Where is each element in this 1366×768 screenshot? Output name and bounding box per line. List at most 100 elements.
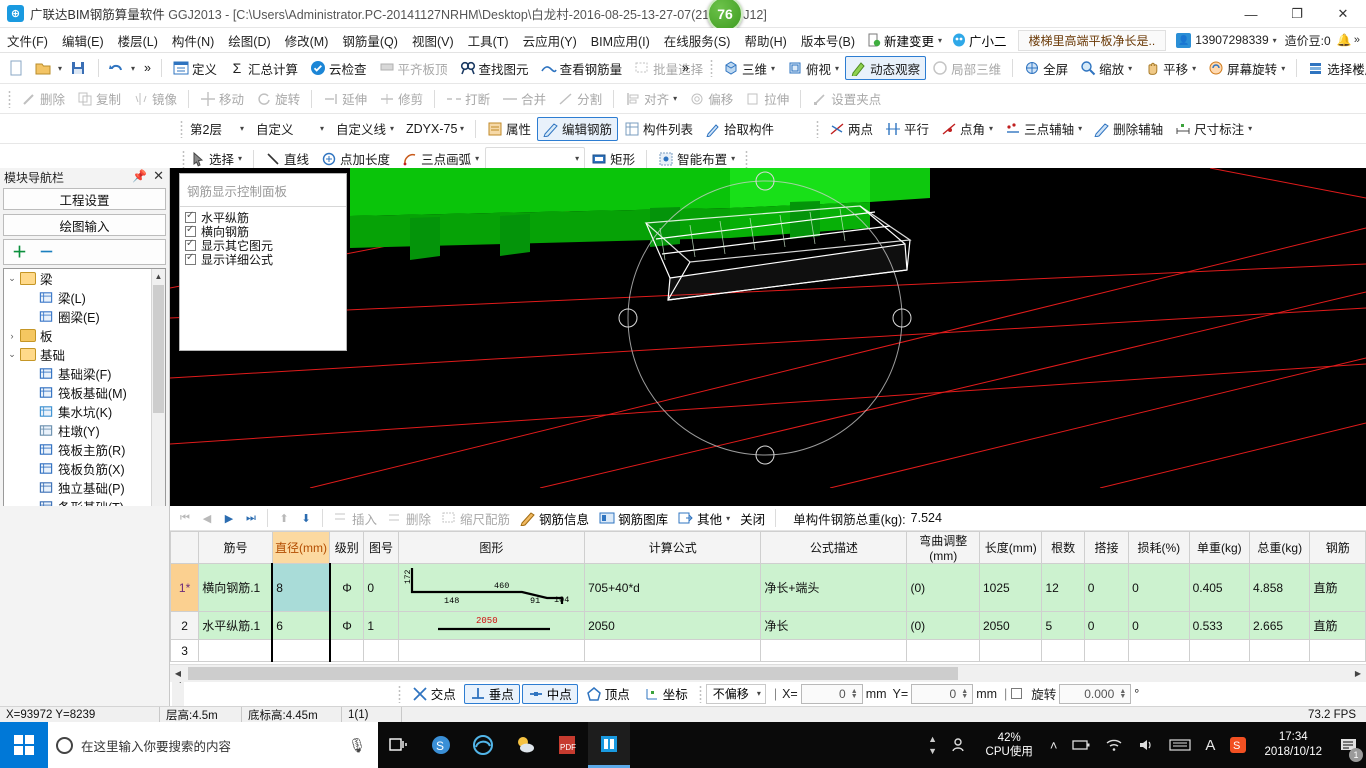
scale-rebar-button[interactable]: 缩尺配筋 [436, 508, 515, 528]
local-3d-button[interactable]: 局部三维 [926, 56, 1007, 80]
cell-length[interactable]: 1025 [980, 564, 1042, 612]
cell-formula[interactable] [585, 640, 761, 662]
cell-lap[interactable] [1084, 640, 1128, 662]
battery-icon[interactable] [1064, 738, 1098, 752]
cell-length[interactable]: 2050 [980, 612, 1042, 640]
undo-chevron-down-icon[interactable]: ▾ [131, 64, 135, 73]
floor-selector[interactable]: 第2层 ▾ [184, 117, 250, 141]
chevron-down-icon[interactable]: ⌄ [6, 349, 18, 360]
tree-item-12[interactable]: 筏板基础(M) [4, 383, 151, 402]
col-formula-desc[interactable]: 公式描述 [761, 532, 907, 564]
three-point-arc-button[interactable]: 三点画弧 ▾ [396, 147, 485, 171]
cell-count[interactable] [1042, 640, 1084, 662]
define-button[interactable]: 定义 [167, 56, 223, 80]
cell-diameter[interactable]: 6 [272, 612, 329, 640]
menu-rebar-qty[interactable]: 钢筋量(Q) [335, 28, 405, 53]
checkbox-icon[interactable] [185, 240, 196, 251]
tree-item-15[interactable]: 筏板主筋(R) [4, 440, 151, 459]
cell-rebar-type[interactable]: 直筋 [1310, 564, 1366, 612]
three-point-axis-chevron-down-icon[interactable]: ▾ [1078, 124, 1082, 133]
cell-diameter[interactable] [272, 640, 329, 662]
screen-rotate-button[interactable]: 屏幕旋转 ▾ [1202, 56, 1291, 80]
tray-scroll-icons[interactable]: ▲▼ [922, 722, 944, 768]
three-point-axis-button[interactable]: 三点辅轴 ▾ [999, 117, 1088, 141]
point-angle-chevron-down-icon[interactable]: ▾ [989, 124, 993, 133]
pin-icon[interactable]: 📌 [132, 169, 147, 183]
tree-item-17[interactable]: 独立基础(P) [4, 478, 151, 497]
col-count[interactable]: 根数 [1042, 532, 1084, 564]
col-lap[interactable]: 搭接 [1084, 532, 1128, 564]
taskbar-clock[interactable]: 17:34 2018/10/12 [1254, 730, 1332, 760]
pan-chevron-down-icon[interactable]: ▾ [1192, 64, 1196, 73]
tree-item-13[interactable]: 集水坑(K) [4, 402, 151, 421]
task-view-button[interactable] [378, 722, 420, 768]
cell-total-weight[interactable] [1250, 640, 1310, 662]
cell-length[interactable] [980, 640, 1042, 662]
taskbar-search-box[interactable]: 在这里输入你要搜索的内容 🎙 [48, 722, 378, 768]
screen-rotate-chevron-down-icon[interactable]: ▾ [1281, 64, 1285, 73]
pick-member-button[interactable]: 拾取构件 [699, 117, 780, 141]
cell-loss[interactable]: 0 [1129, 564, 1189, 612]
new-file-button[interactable] [4, 56, 31, 80]
menu-help[interactable]: 帮助(H) [737, 28, 793, 53]
cell-formula[interactable]: 705+40*d [585, 564, 761, 612]
sum-calc-button[interactable]: Σ 汇总计算 [223, 56, 304, 80]
menu-file[interactable]: 文件(F) [0, 28, 55, 53]
top-view-button[interactable]: 俯视 ▾ [781, 56, 845, 80]
menu-modify[interactable]: 修改(M) [278, 28, 336, 53]
fullscreen-button[interactable]: 全屏 [1018, 56, 1074, 80]
floor-chevron-down-icon[interactable]: ▾ [240, 124, 244, 133]
tree-item-7[interactable]: 梁(L) [4, 288, 151, 307]
collapse-all-icon[interactable]: － [39, 245, 54, 260]
edit-rebar-button[interactable]: 编辑钢筋 [537, 117, 618, 141]
delete-button[interactable]: 删除 [15, 87, 71, 111]
zoom-button[interactable]: 缩放 ▾ [1074, 56, 1138, 80]
cell-unit-weight[interactable]: 0.405 [1189, 564, 1249, 612]
point-length-tool-button[interactable]: 点加长度 [315, 147, 396, 171]
menu-floor[interactable]: 楼层(L) [111, 28, 165, 53]
wifi-icon[interactable] [1098, 738, 1130, 752]
type-selector[interactable]: 自定义线 ▾ [330, 117, 400, 141]
parallel-axis-button[interactable]: 平行 [879, 117, 935, 141]
insert-row-button[interactable]: 插入 [328, 508, 382, 528]
cpu-usage-indicator[interactable]: 42% CPU使用 [976, 731, 1043, 759]
member-list-button[interactable]: 构件列表 [618, 117, 699, 141]
taskbar-app-skype[interactable]: S [420, 722, 462, 768]
close-icon[interactable]: ✕ [153, 168, 164, 184]
rebar-library-button[interactable]: 钢筋图库 [594, 508, 673, 528]
minimize-button[interactable]: — [1228, 0, 1274, 28]
cell-count[interactable]: 12 [1042, 564, 1084, 612]
zoom-chevron-down-icon[interactable]: ▾ [1128, 64, 1132, 73]
col-bend-adjust[interactable]: 弯曲调整(mm) [907, 532, 980, 564]
col-length[interactable]: 长度(mm) [980, 532, 1042, 564]
account-chevron-down-icon[interactable]: ▾ [1273, 36, 1277, 45]
move-button[interactable]: 移动 [194, 87, 250, 111]
toolbar-overflow-2[interactable]: » [676, 56, 695, 80]
cell-shape-no[interactable] [364, 640, 398, 662]
split-button[interactable]: 分割 [552, 87, 608, 111]
menu-tools[interactable]: 工具(T) [461, 28, 516, 53]
cell-grade[interactable]: Φ [330, 612, 364, 640]
cloud-check-button[interactable]: 云检查 [304, 56, 373, 80]
cell-total-weight[interactable]: 4.858 [1250, 564, 1310, 612]
menu-draw[interactable]: 绘图(D) [221, 28, 277, 53]
cell-unit-weight[interactable] [1189, 640, 1249, 662]
cell-shape-diagram[interactable]: 2050 [398, 612, 584, 640]
cell-shape-diagram[interactable] [398, 640, 584, 662]
chevron-down-icon[interactable]: ⌄ [6, 273, 18, 284]
cell-grade[interactable] [330, 640, 364, 662]
row-index[interactable]: 2 [171, 612, 199, 640]
close-grid-button[interactable]: 关闭 [735, 508, 770, 528]
open-chevron-down-icon[interactable]: ▾ [58, 64, 62, 73]
start-button[interactable] [0, 722, 48, 768]
sidebar-tab-project-settings[interactable]: 工程设置 [3, 188, 166, 210]
cell-rebar-type[interactable]: 直筋 [1310, 612, 1366, 640]
next-row-button[interactable]: ▶ [218, 508, 240, 528]
menu-view[interactable]: 视图(V) [405, 28, 461, 53]
taskbar-app-pdf[interactable]: PDF [546, 722, 588, 768]
offset-button[interactable]: 偏移 [683, 87, 739, 111]
col-select[interactable] [171, 532, 199, 564]
undo-button[interactable]: ▾ [104, 56, 139, 80]
grid-horizontal-scrollbar[interactable]: ◀ ▶ [170, 664, 1366, 682]
save-button[interactable] [66, 56, 93, 80]
